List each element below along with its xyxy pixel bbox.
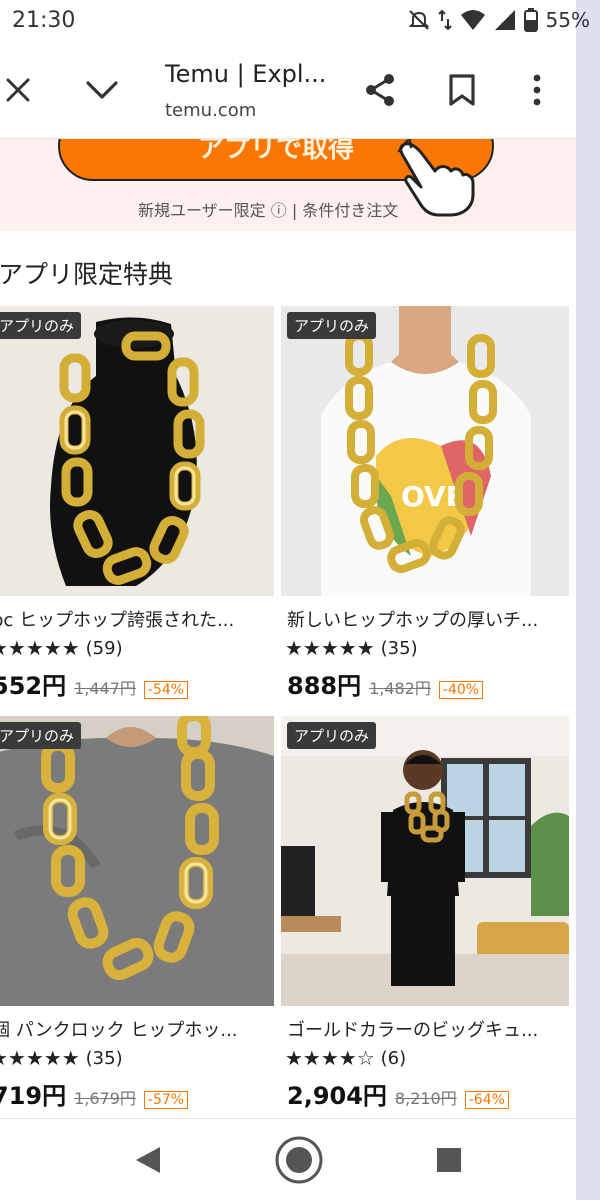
- product-rating: ★★★★★ (35): [285, 636, 418, 660]
- product-image[interactable]: OVE アプリのみ: [281, 306, 569, 596]
- browser-toolbar: Temu | Expl... temu.com: [0, 44, 576, 138]
- product-card[interactable]: アプリのみ ゴールドカラーのビッグキュ... ★★★★☆ (6) 2,904円 …: [281, 716, 569, 1110]
- app-only-badge: アプリのみ: [287, 722, 377, 749]
- discount-badge: -40%: [438, 681, 484, 699]
- scroll-edge: [576, 0, 600, 1200]
- chevron-down-icon[interactable]: [78, 66, 126, 114]
- get-app-label: アプリで取得: [197, 139, 354, 164]
- price-line: 719円 1,679円 -57%: [0, 1076, 189, 1111]
- product-card[interactable]: OVE アプリのみ 新しいヒップホップの厚いチ... ★★★★★ (35) 88…: [281, 306, 569, 700]
- section-title: アプリ限定特典: [0, 260, 174, 289]
- discount-badge: -54%: [143, 681, 189, 699]
- discount-badge: -57%: [143, 1091, 189, 1109]
- original-price: 1,447円: [74, 679, 136, 698]
- product-rating: ★★★★★ (35): [0, 1046, 123, 1070]
- original-price: 8,210円: [394, 1089, 457, 1108]
- product-image[interactable]: アプリのみ: [0, 306, 274, 596]
- app-only-badge: アプリのみ: [0, 312, 82, 339]
- bookmark-icon[interactable]: [438, 66, 486, 114]
- pointing-hand-icon: [397, 139, 475, 217]
- discount-badge: -64%: [464, 1091, 509, 1109]
- recents-icon[interactable]: [436, 1147, 462, 1173]
- page-title[interactable]: Temu | Expl...: [165, 60, 326, 88]
- product-rating: ★★★★☆ (6): [285, 1046, 406, 1070]
- promo-banner: アプリで取得 新規ユーザー限定 ⓘ | 条件付き注文: [0, 139, 576, 231]
- price-line: 552円 1,447円 -54%: [0, 666, 189, 701]
- browser-page: 21:30 Temu | Expl... temu.com アプリで取得 新規ユ…: [0, 0, 576, 1200]
- rating-count: (6): [380, 1047, 407, 1069]
- star-rating-icon: ★★★★★: [285, 636, 375, 660]
- product-card[interactable]: アプリのみ 個 パンクロック ヒップホッ... ★★★★★ (35) 719円 …: [0, 716, 274, 1110]
- product-card[interactable]: アプリのみ pc ヒップホップ誇張された... ★★★★★ (59) 552円 …: [0, 306, 274, 700]
- close-icon[interactable]: [0, 66, 42, 114]
- price-line: 888円 1,482円 -40%: [287, 666, 484, 701]
- rating-count: (35): [380, 637, 418, 659]
- original-price: 1,679円: [74, 1089, 136, 1108]
- product-name[interactable]: 個 パンクロック ヒップホッ...: [0, 1016, 272, 1042]
- app-only-badge: アプリのみ: [287, 312, 377, 339]
- star-rating-icon: ★★★★★: [0, 636, 80, 660]
- price: 552円: [0, 672, 67, 700]
- promo-note: 新規ユーザー限定 ⓘ | 条件付き注文: [138, 201, 399, 220]
- product-name[interactable]: ゴールドカラーのビッグキュ...: [287, 1016, 567, 1042]
- product-name[interactable]: pc ヒップホップ誇張された...: [0, 606, 272, 632]
- price-line: 2,904円 8,210円 -64%: [287, 1076, 509, 1111]
- system-nav-bar: [0, 1118, 576, 1200]
- more-vert-icon[interactable]: [513, 66, 561, 114]
- product-rating: ★★★★★ (59): [0, 636, 123, 660]
- star-rating-icon: ★★★★☆: [285, 1046, 375, 1070]
- product-name[interactable]: 新しいヒップホップの厚いチ...: [287, 606, 567, 632]
- price: 719円: [0, 1082, 67, 1110]
- price: 888円: [287, 672, 362, 700]
- star-rating-icon: ★★★★★: [0, 1046, 80, 1070]
- original-price: 1,482円: [369, 679, 431, 698]
- status-bar: 21:30: [0, 0, 576, 44]
- back-icon[interactable]: [134, 1145, 162, 1175]
- rating-count: (59): [85, 637, 123, 659]
- app-only-badge: アプリのみ: [0, 722, 82, 749]
- status-time: 21:30: [12, 8, 76, 33]
- rating-count: (35): [85, 1047, 123, 1069]
- product-image[interactable]: アプリのみ: [281, 716, 569, 1006]
- home-icon[interactable]: [274, 1135, 324, 1185]
- share-icon[interactable]: [356, 66, 404, 114]
- price: 2,904円: [287, 1082, 387, 1110]
- product-image[interactable]: アプリのみ: [0, 716, 274, 1006]
- page-url[interactable]: temu.com: [165, 100, 256, 121]
